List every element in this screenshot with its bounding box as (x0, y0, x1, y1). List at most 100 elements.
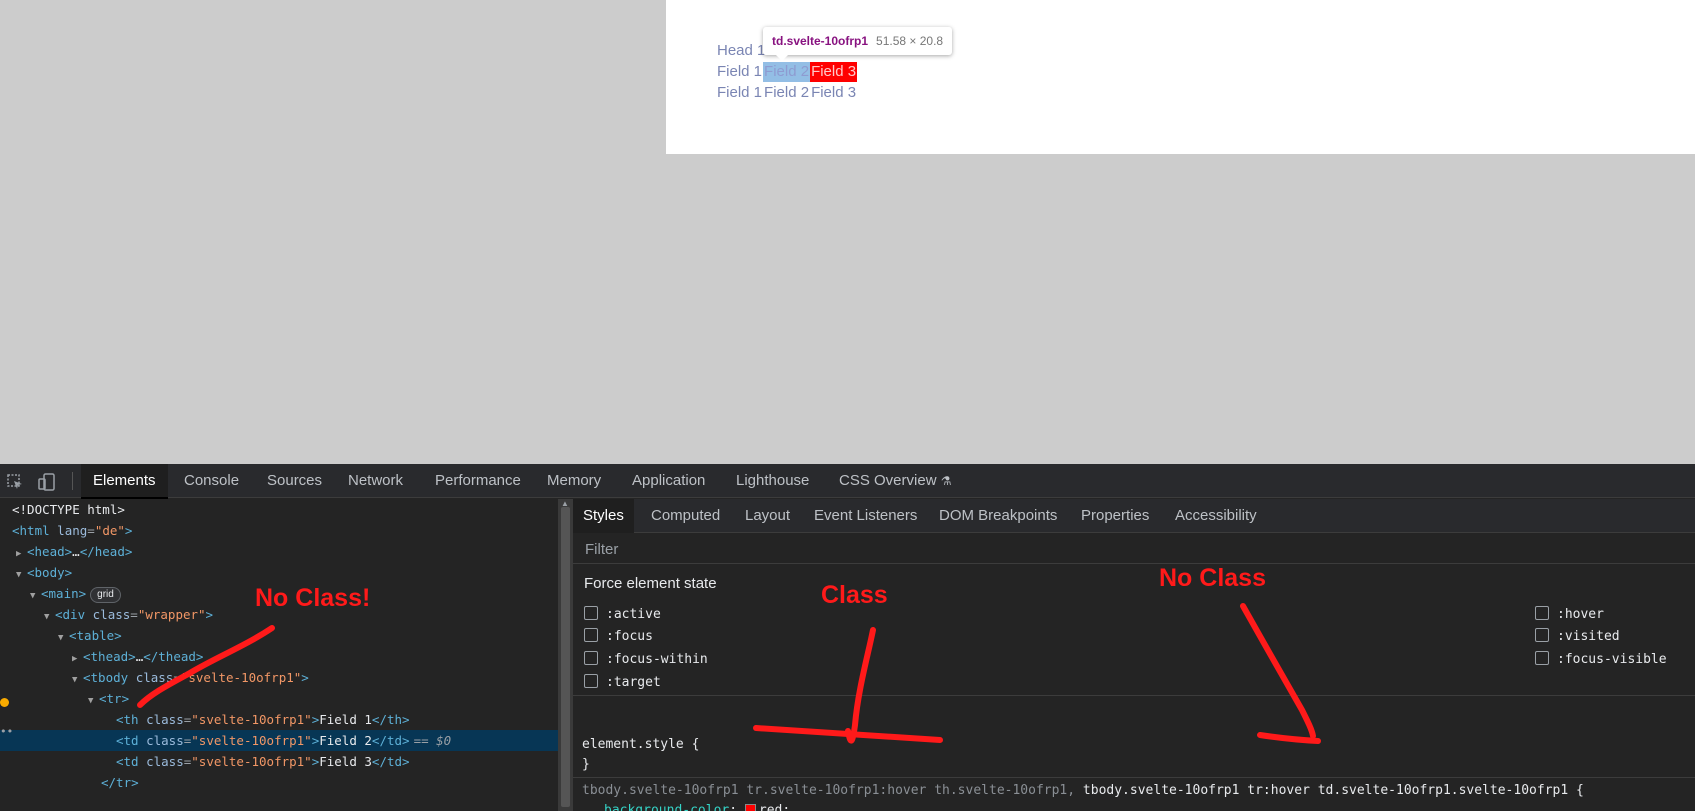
tag-text: <main> (41, 586, 87, 601)
checkbox-icon[interactable] (1535, 651, 1549, 665)
panel-splitter[interactable]: ▲ (558, 499, 573, 811)
tab-lighthouse[interactable]: Lighthouse (724, 464, 821, 498)
dom-node-body[interactable]: ▼ <body> (0, 562, 558, 583)
force-state-title: Force element state (584, 575, 717, 592)
tag-text: <body> (27, 565, 73, 580)
tab-accessibility[interactable]: Accessibility (1165, 499, 1267, 533)
state-target-checkbox[interactable]: :target (584, 674, 661, 691)
css-declaration[interactable]: background-color: red; (604, 801, 790, 811)
device-toolbar-icon[interactable] (38, 473, 56, 491)
table-cell: Field 1 (717, 63, 763, 80)
styles-filter-input[interactable] (573, 534, 1695, 564)
breakpoint-dot (0, 698, 9, 707)
force-element-state: Force element state :active :focus :focu… (573, 565, 1695, 696)
table-cell: Field 3 (811, 84, 857, 101)
attr-name: lang (57, 523, 88, 538)
tab-elements[interactable]: Elements (81, 464, 168, 499)
annotation-class: Class (821, 581, 888, 609)
flask-icon: ⚗ (940, 474, 952, 488)
dom-node-td[interactable]: <td class="svelte-10ofrp1">Field 3</td> (0, 751, 558, 772)
tab-performance[interactable]: Performance (423, 464, 533, 498)
table-cell: Field 2 (764, 84, 810, 101)
attr-value: "svelte-10ofrp1" (191, 754, 312, 769)
devtools-tab-bar: Elements Console Sources Network Perform… (0, 464, 1695, 499)
tag-text: </td> (371, 754, 410, 769)
table-row[interactable]: Field 1 Field 2 Field 3 (716, 83, 857, 103)
tab-console[interactable]: Console (172, 464, 251, 498)
checkbox-icon[interactable] (584, 628, 598, 642)
checkbox-icon[interactable] (1535, 606, 1549, 620)
tab-layout[interactable]: Layout (735, 499, 800, 533)
state-active-checkbox[interactable]: :active (584, 606, 661, 623)
state-hover-checkbox[interactable]: :hover (1535, 606, 1604, 623)
tab-css-overview[interactable]: CSS Overview ⚗ (827, 464, 963, 498)
tag-text: <td (116, 754, 139, 769)
dom-node-tr-close[interactable]: </tr> (0, 772, 558, 793)
tab-application[interactable]: Application (620, 464, 717, 498)
tag-text: </td> (371, 733, 410, 748)
state-focus-within-checkbox[interactable]: :focus-within (584, 651, 708, 668)
state-visited-checkbox[interactable]: :visited (1535, 628, 1620, 645)
tag-text: <thead> (83, 649, 136, 664)
tooltip-selector: td.svelte-10ofrp1 (772, 34, 869, 48)
attr-name: class (146, 712, 184, 727)
checkbox-icon[interactable] (584, 674, 598, 688)
table-row[interactable]: Field 1 Field 2 Field 3 (716, 62, 858, 82)
state-focus-visible-checkbox[interactable]: :focus-visible (1535, 651, 1667, 668)
hovered-red-cell[interactable]: Field 3 (810, 62, 858, 82)
tab-css-overview-label: CSS Overview (839, 472, 937, 489)
dom-node-html[interactable]: <html lang="de"> (0, 520, 558, 541)
selector-matched: tbody.svelte-10ofrp1 tr:hover td.svelte-… (1082, 783, 1584, 798)
node-text: Field 2 (319, 733, 372, 748)
dom-node-th[interactable]: <th class="svelte-10ofrp1">Field 1</th> (0, 709, 558, 730)
dom-node-head[interactable]: ▶ <head>…</head> (0, 541, 558, 562)
styles-tab-bar: Styles Computed Layout Event Listeners D… (573, 499, 1695, 533)
state-label: :focus (606, 629, 653, 644)
tab-sources[interactable]: Sources (255, 464, 334, 498)
checkbox-icon[interactable] (584, 606, 598, 620)
closing-brace: } (582, 757, 590, 772)
tab-memory[interactable]: Memory (535, 464, 613, 498)
dom-node-thead[interactable]: ▶ <thead>…</thead> (0, 646, 558, 667)
tab-network[interactable]: Network (336, 464, 415, 498)
state-focus-checkbox[interactable]: :focus (584, 628, 653, 645)
tab-event-listeners[interactable]: Event Listeners (804, 499, 927, 533)
dom-node-doctype[interactable]: <!DOCTYPE html> (0, 499, 558, 520)
dom-node-table[interactable]: ▼ <table> (0, 625, 558, 646)
state-label: :focus-within (606, 652, 708, 667)
tab-dom-breakpoints[interactable]: DOM Breakpoints (929, 499, 1067, 533)
filter-bar (573, 534, 1695, 564)
annotation-no-class: No Class (1159, 564, 1266, 592)
attr-name: class (135, 670, 174, 685)
inspect-element-icon[interactable] (6, 473, 24, 491)
more-icon[interactable]: •• (0, 726, 13, 737)
dom-node-tr[interactable]: ▼ <tr> (0, 688, 558, 709)
checkbox-icon[interactable] (1535, 628, 1549, 642)
page-viewport: Head 1Head 2Head 3 Field 1Field 2Field 3… (0, 0, 1695, 464)
tab-computed[interactable]: Computed (641, 499, 730, 533)
tab-properties[interactable]: Properties (1071, 499, 1159, 533)
state-label: :focus-visible (1557, 652, 1667, 667)
rendered-page: Head 1Head 2Head 3 Field 1Field 2Field 3… (666, 0, 1695, 154)
selector-unmatched: tbody.svelte-10ofrp1 tr.svelte-10ofrp1:h… (582, 783, 1076, 798)
state-label: :active (606, 607, 661, 622)
grid-badge[interactable]: grid (90, 587, 121, 603)
toolbar-divider (72, 472, 73, 490)
attr-name: class (92, 607, 131, 622)
dom-node-tbody[interactable]: ▼ <tbody class="svelte-10ofrp1"> (0, 667, 558, 688)
styles-pane: Styles Computed Layout Event Listeners D… (573, 499, 1695, 811)
tab-styles[interactable]: Styles (573, 499, 634, 533)
tag-text: <div (55, 607, 86, 622)
color-swatch-icon[interactable] (744, 804, 756, 811)
element-style-rule[interactable]: element.style { (582, 735, 699, 755)
property-name: background-color (604, 803, 730, 811)
css-rule-selector[interactable]: tbody.svelte-10ofrp1 tr.svelte-10ofrp1:h… (582, 781, 1584, 801)
highlighted-cell[interactable]: Field 2 (763, 62, 811, 82)
scrollbar-thumb[interactable] (561, 507, 570, 807)
attr-value: "wrapper" (137, 607, 206, 622)
devtools-panel: Elements Console Sources Network Perform… (0, 464, 1695, 811)
checkbox-icon[interactable] (584, 651, 598, 665)
table-cell: Field 1 (717, 84, 763, 101)
dom-node-td-selected[interactable]: <td class="svelte-10ofrp1">Field 2</td> =… (0, 730, 558, 751)
attr-value: "svelte-10ofrp1" (180, 670, 302, 685)
